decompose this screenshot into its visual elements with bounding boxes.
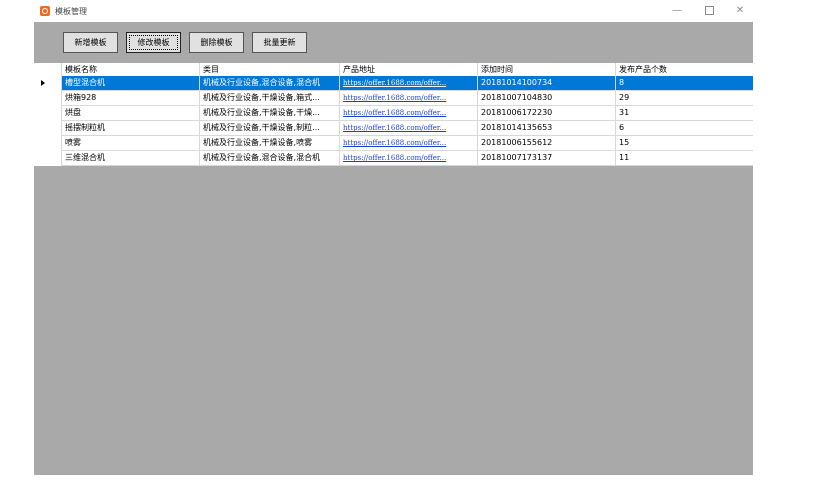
cell-time[interactable]: 20181006155612 xyxy=(478,136,616,150)
cell-count[interactable]: 15 xyxy=(616,136,753,150)
cell-time[interactable]: 20181014135653 xyxy=(478,121,616,135)
cell-category[interactable]: 机械及行业设备,干燥设备,制粒... xyxy=(200,121,340,135)
cell-time[interactable]: 20181007104830 xyxy=(478,91,616,105)
minimize-button[interactable]: — xyxy=(668,3,686,19)
cell-count[interactable]: 11 xyxy=(616,151,753,165)
cell-time[interactable]: 20181006172230 xyxy=(478,106,616,120)
table-row[interactable]: 槽型混合机 机械及行业设备,混合设备,混合机 https://offer.168… xyxy=(34,76,753,91)
column-header-url[interactable]: 产品地址 xyxy=(340,63,478,76)
cell-count[interactable]: 6 xyxy=(616,121,753,135)
cell-category[interactable]: 机械及行业设备,干燥设备,箱式... xyxy=(200,91,340,105)
row-header-corner xyxy=(34,63,62,76)
row-header[interactable] xyxy=(34,151,62,166)
cell-name[interactable]: 烘盘 xyxy=(62,106,200,120)
cell-name[interactable]: 烘箱928 xyxy=(62,91,200,105)
table-row[interactable]: 喷雾 机械及行业设备,干燥设备,喷雾 https://offer.1688.co… xyxy=(34,136,753,151)
edit-template-button[interactable]: 修改模板 xyxy=(126,32,181,53)
table-row[interactable]: 三维混合机 机械及行业设备,混合设备,混合机 https://offer.168… xyxy=(34,151,753,166)
cell-url[interactable]: https://offer.1688.com/offer... xyxy=(340,91,478,105)
grid-header: 模板名称 类目 产品地址 添加时间 发布产品个数 xyxy=(34,63,753,76)
current-row-arrow-icon xyxy=(41,80,45,86)
product-url-link[interactable]: https://offer.1688.com/offer... xyxy=(343,139,446,147)
cell-category[interactable]: 机械及行业设备,干燥设备,喷雾 xyxy=(200,136,340,150)
cell-count[interactable]: 8 xyxy=(616,76,753,90)
cell-time[interactable]: 20181014100734 xyxy=(478,76,616,90)
column-header-time[interactable]: 添加时间 xyxy=(478,63,616,76)
cell-count[interactable]: 31 xyxy=(616,106,753,120)
column-header-category[interactable]: 类目 xyxy=(200,63,340,76)
cell-category[interactable]: 机械及行业设备,混合设备,混合机 xyxy=(200,76,340,90)
table-row[interactable]: 烘盘 机械及行业设备,干燥设备,干燥... https://offer.1688… xyxy=(34,106,753,121)
cell-url[interactable]: https://offer.1688.com/offer... xyxy=(340,121,478,135)
cell-url[interactable]: https://offer.1688.com/offer... xyxy=(340,136,478,150)
product-url-link[interactable]: https://offer.1688.com/offer... xyxy=(343,154,446,162)
row-header[interactable] xyxy=(34,136,62,151)
toolbar: 新增模板 修改模板 删除模板 批量更新 xyxy=(34,22,753,62)
column-header-count[interactable]: 发布产品个数 xyxy=(616,63,753,76)
product-url-link[interactable]: https://offer.1688.com/offer... xyxy=(343,124,446,132)
add-template-button[interactable]: 新增模板 xyxy=(63,32,118,53)
cell-name[interactable]: 喷雾 xyxy=(62,136,200,150)
app-logo-icon xyxy=(40,6,50,16)
product-url-link[interactable]: https://offer.1688.com/offer... xyxy=(343,94,446,102)
close-button[interactable]: ✕ xyxy=(731,3,749,19)
table-row[interactable]: 摇摆制粒机 机械及行业设备,干燥设备,制粒... https://offer.1… xyxy=(34,121,753,136)
row-header[interactable] xyxy=(34,121,62,136)
window-title: 模板管理 xyxy=(55,7,87,16)
row-header[interactable] xyxy=(34,76,62,91)
cell-name[interactable]: 摇摆制粒机 xyxy=(62,121,200,135)
main-panel: 新增模板 修改模板 删除模板 批量更新 模板名称 类目 产品地址 添加时间 发布… xyxy=(34,22,753,475)
cell-url[interactable]: https://offer.1688.com/offer... xyxy=(340,151,478,165)
cell-time[interactable]: 20181007173137 xyxy=(478,151,616,165)
row-header[interactable] xyxy=(34,106,62,121)
table-row[interactable]: 烘箱928 机械及行业设备,干燥设备,箱式... https://offer.1… xyxy=(34,91,753,106)
batch-update-button[interactable]: 批量更新 xyxy=(252,32,307,53)
cell-category[interactable]: 机械及行业设备,干燥设备,干燥... xyxy=(200,106,340,120)
product-url-link[interactable]: https://offer.1688.com/offer... xyxy=(343,109,446,117)
cell-url[interactable]: https://offer.1688.com/offer... xyxy=(340,76,478,90)
title-bar: 模板管理 — ✕ xyxy=(0,0,824,22)
row-header[interactable] xyxy=(34,91,62,106)
cell-url[interactable]: https://offer.1688.com/offer... xyxy=(340,106,478,120)
cell-count[interactable]: 29 xyxy=(616,91,753,105)
maximize-button[interactable] xyxy=(700,3,718,19)
delete-template-button[interactable]: 删除模板 xyxy=(189,32,244,53)
column-header-name[interactable]: 模板名称 xyxy=(62,63,200,76)
cell-name[interactable]: 槽型混合机 xyxy=(62,76,200,90)
cell-category[interactable]: 机械及行业设备,混合设备,混合机 xyxy=(200,151,340,165)
cell-name[interactable]: 三维混合机 xyxy=(62,151,200,165)
product-url-link[interactable]: https://offer.1688.com/offer... xyxy=(343,79,446,87)
maximize-icon xyxy=(704,5,714,15)
